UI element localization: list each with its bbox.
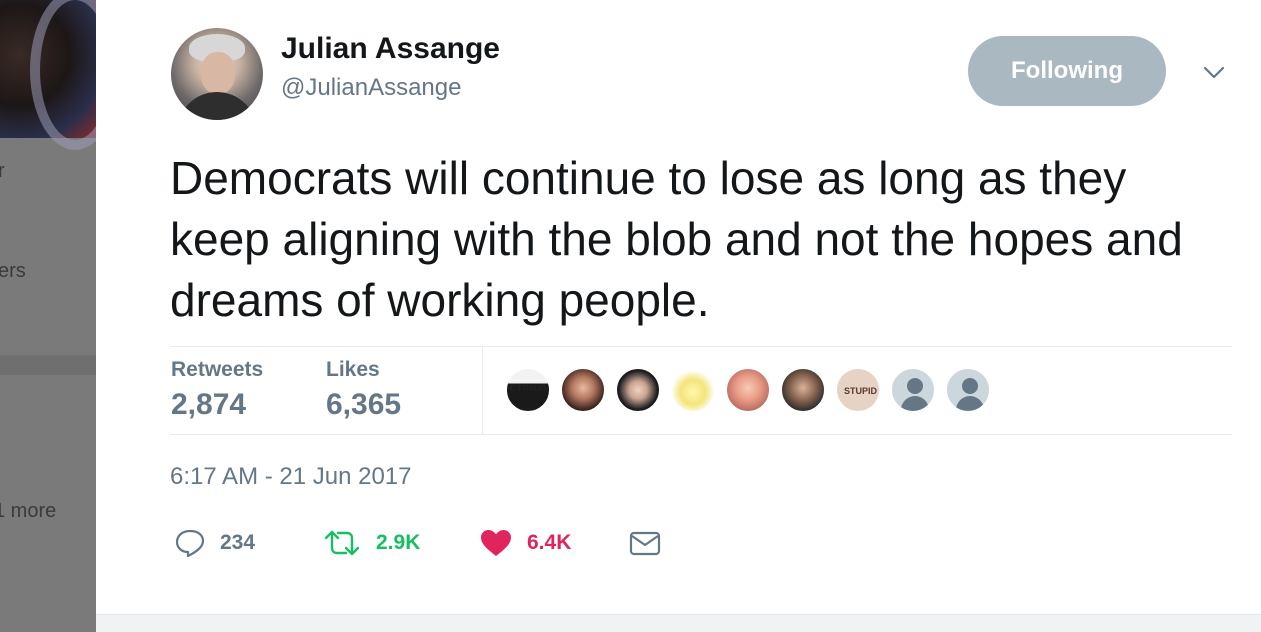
stats-separator [482,347,483,434]
liker-avatar[interactable] [615,367,661,413]
following-button[interactable]: Following [968,36,1166,106]
liker-avatar[interactable] [780,367,826,413]
liker-avatar[interactable]: STUPID [835,367,881,413]
retweets-label[interactable]: Retweets [171,358,263,382]
liker-avatar[interactable]: C FRAUD LA [505,367,551,413]
liker-avatar-default[interactable] [890,367,936,413]
likers-avatar-row: C FRAUD LA STUPID [505,367,1000,413]
background-text-fragment: r [0,160,5,182]
tweet-timestamp[interactable]: 6:17 AM - 21 Jun 2017 [170,463,412,491]
liker-avatar[interactable] [670,367,716,413]
liker-avatar-default[interactable] [945,367,991,413]
background-text-fragment: ers [0,260,26,282]
retweets-count[interactable]: 2,874 [171,388,246,422]
modal-bottom-edge [96,614,1261,632]
tweet-text: Democrats will continue to lose as long … [170,152,1183,326]
heart-icon [479,528,513,558]
likes-count[interactable]: 6,365 [326,388,401,422]
stats-divider-bottom [170,434,1232,435]
author-handle[interactable]: @JulianAssange [281,74,461,102]
background-divider [0,355,96,375]
background-text-fragment: 1 more [0,500,57,522]
liker-avatar[interactable] [560,367,606,413]
reply-button[interactable]: 234 [174,526,255,560]
reply-icon [174,528,206,558]
background-page: r ers 1 more [0,0,96,632]
like-count: 6.4K [527,531,572,554]
direct-message-button[interactable] [628,526,662,560]
retweet-button[interactable]: 2.9K [322,526,420,560]
reply-count: 234 [220,531,256,554]
background-profile-photo [0,0,96,150]
author-display-name[interactable]: Julian Assange [281,32,500,66]
likes-label[interactable]: Likes [326,358,380,382]
retweet-icon [322,528,362,558]
envelope-icon [628,528,662,558]
chevron-down-icon[interactable] [1199,58,1229,88]
author-avatar[interactable] [171,28,263,120]
retweet-count: 2.9K [376,531,421,554]
liker-avatar[interactable] [725,367,771,413]
stats-divider-top [170,346,1232,347]
like-button[interactable]: 6.4K [479,526,571,560]
